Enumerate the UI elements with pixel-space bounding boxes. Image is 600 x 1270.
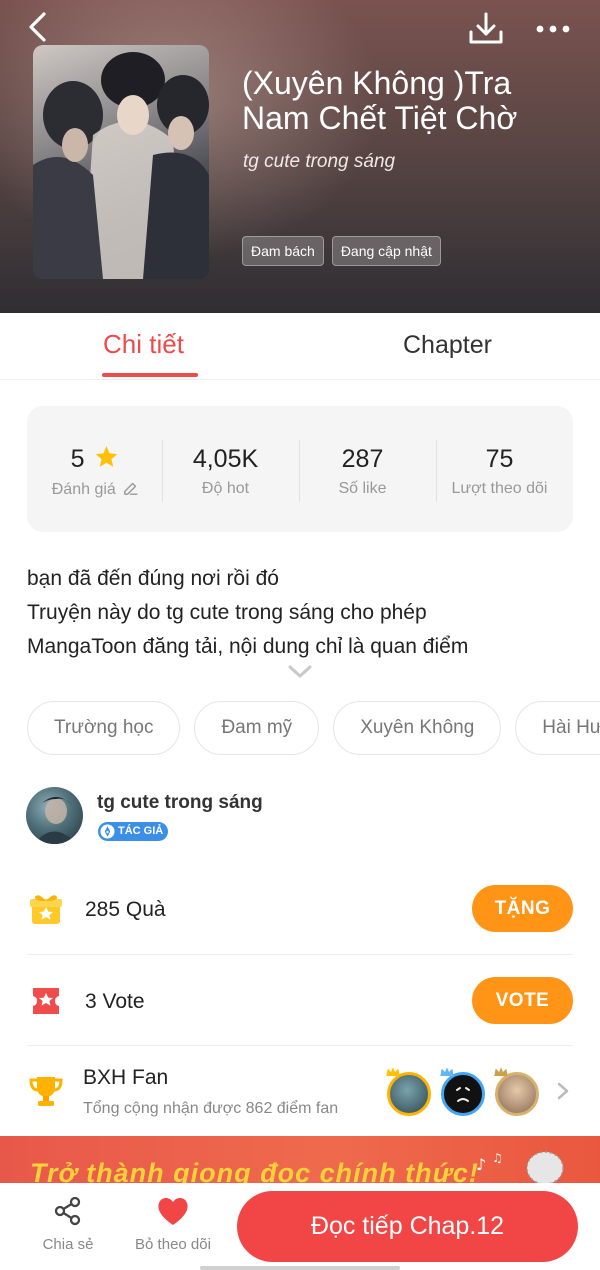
book-header: (Xuyên Không )Tra Nam Chết Tiệt Chờ tg c… bbox=[0, 0, 600, 313]
likes-value: 287 bbox=[341, 445, 384, 473]
vote-row: 3 Vote VOTE bbox=[27, 977, 573, 1025]
crown-icon bbox=[494, 1067, 508, 1076]
followers-label: Lượt theo dõi bbox=[451, 480, 548, 497]
stat-likes: 287 Số like bbox=[294, 444, 431, 504]
stat-rating-value-row: 5 bbox=[27, 444, 164, 474]
fan-ranking-row[interactable]: BXH Fan Tổng cộng nhận được 862 điểm fan bbox=[27, 1062, 573, 1122]
gifts-row: 285 Quà TẶNG bbox=[27, 885, 573, 933]
book-cover-image[interactable] bbox=[33, 45, 209, 279]
rating-label: Đánh giá bbox=[51, 481, 116, 498]
download-icon bbox=[469, 12, 503, 44]
expand-description-button[interactable] bbox=[286, 663, 314, 681]
unfollow-label: Bỏ theo dõi bbox=[135, 1236, 211, 1253]
rating-value: 5 bbox=[70, 445, 85, 473]
stat-rating-label-row: Đánh giá bbox=[27, 480, 164, 499]
trophy-icon bbox=[29, 1077, 63, 1106]
svg-text:♪: ♪ bbox=[476, 1155, 486, 1174]
genre-chip[interactable]: Đam mỹ bbox=[194, 701, 320, 755]
author-name[interactable]: tg cute trong sáng bbox=[97, 792, 263, 814]
give-gift-button[interactable]: TẶNG bbox=[472, 885, 573, 932]
back-arrow-icon bbox=[29, 12, 46, 42]
book-title: (Xuyên Không )Tra Nam Chết Tiệt Chờ bbox=[242, 65, 518, 136]
fan-ranking-subtitle: Tổng cộng nhận được 862 điểm fan bbox=[83, 1100, 339, 1117]
genre-chip[interactable]: Xuyên Không bbox=[333, 701, 502, 755]
home-indicator bbox=[200, 1266, 400, 1270]
book-description[interactable]: bạn đã đến đúng nơi rồi đó Truyện này do… bbox=[27, 562, 587, 664]
back-button[interactable] bbox=[22, 10, 58, 46]
bottom-action-bar: Chia sẻ Bỏ theo dõi Đọc tiếp Chap.12 bbox=[0, 1183, 600, 1270]
chevron-down-icon bbox=[288, 665, 312, 678]
tab-details[interactable]: Chi tiết bbox=[103, 329, 184, 360]
row-divider bbox=[27, 1045, 573, 1046]
genre-chip[interactable]: Hài Hước bbox=[515, 701, 600, 755]
detail-tabs: Chi tiết Chapter bbox=[0, 313, 600, 380]
voice-actor-banner[interactable]: Trở thành giọng đọc chính thức! ♪ ♫ bbox=[0, 1136, 600, 1186]
tag-category[interactable]: Đam bách bbox=[242, 236, 324, 266]
fan-ranking-title: BXH Fan bbox=[83, 1066, 169, 1089]
vote-count: 3 Vote bbox=[85, 990, 145, 1013]
likes-label: Số like bbox=[338, 480, 387, 497]
stats-card: 5 Đánh giá 4,05K Độ hot 287 Số like 75 L… bbox=[27, 406, 573, 532]
cover-artwork bbox=[33, 52, 209, 279]
top-fans bbox=[386, 1062, 547, 1118]
tag-status: Đang cập nhật bbox=[331, 236, 441, 266]
hot-value: 4,05K bbox=[192, 445, 259, 473]
crown-icon bbox=[440, 1067, 454, 1076]
vote-button[interactable]: VOTE bbox=[472, 977, 573, 1024]
microphone-icon bbox=[526, 1151, 564, 1185]
crown-icon bbox=[386, 1067, 400, 1076]
share-button[interactable]: Chia sẻ bbox=[38, 1195, 98, 1253]
heart-icon bbox=[158, 1197, 188, 1225]
stat-rating[interactable]: 5 Đánh giá bbox=[27, 444, 164, 504]
vote-ticket-icon bbox=[33, 988, 59, 1014]
description-line: bạn đã đến đúng nơi rồi đó bbox=[27, 567, 279, 590]
stat-followers: 75 Lượt theo dõi bbox=[431, 444, 568, 504]
svg-text:♫: ♫ bbox=[492, 1151, 503, 1165]
chevron-right-icon bbox=[557, 1082, 569, 1100]
genre-chips: Trường học Đam mỹ Xuyên Không Hài Hước bbox=[27, 701, 600, 755]
description-line: MangaToon đăng tải, nội dung chỉ là quan… bbox=[27, 635, 469, 658]
tab-chapters[interactable]: Chapter bbox=[403, 331, 492, 360]
edit-pencil-icon[interactable] bbox=[122, 480, 139, 497]
banner-text: Trở thành giọng đọc chính thức! bbox=[30, 1158, 479, 1186]
gifts-count: 285 Quà bbox=[85, 898, 166, 921]
share-label: Chia sẻ bbox=[42, 1236, 94, 1253]
book-tags: Đam bách Đang cập nhật bbox=[242, 236, 441, 266]
author-badge: TÁC GIẢ bbox=[98, 822, 169, 841]
avatar-image bbox=[34, 797, 76, 844]
continue-reading-button[interactable]: Đọc tiếp Chap.12 bbox=[237, 1191, 578, 1262]
genre-chip[interactable]: Trường học bbox=[27, 701, 181, 755]
share-icon bbox=[54, 1196, 81, 1226]
gift-icon bbox=[30, 895, 62, 924]
hot-label: Độ hot bbox=[201, 480, 250, 497]
unfollow-button[interactable]: Bỏ theo dõi bbox=[131, 1195, 215, 1253]
description-line: Truyện này do tg cute trong sáng cho phé… bbox=[27, 601, 427, 624]
more-options-button[interactable] bbox=[532, 14, 576, 44]
download-button[interactable] bbox=[466, 10, 506, 50]
followers-value: 75 bbox=[485, 445, 514, 473]
music-note-icon: ♪ ♫ bbox=[476, 1151, 503, 1174]
pen-nib-icon bbox=[100, 824, 115, 839]
author-avatar[interactable] bbox=[26, 787, 83, 844]
row-divider bbox=[27, 954, 573, 955]
book-author[interactable]: tg cute trong sáng bbox=[243, 151, 395, 173]
active-tab-indicator bbox=[102, 373, 198, 377]
author-badge-label: TÁC GIẢ bbox=[118, 825, 164, 837]
star-icon bbox=[96, 446, 118, 467]
stat-hot: 4,05K Độ hot bbox=[157, 444, 294, 504]
more-dots-icon bbox=[536, 25, 570, 33]
avatar-face bbox=[456, 1087, 470, 1102]
